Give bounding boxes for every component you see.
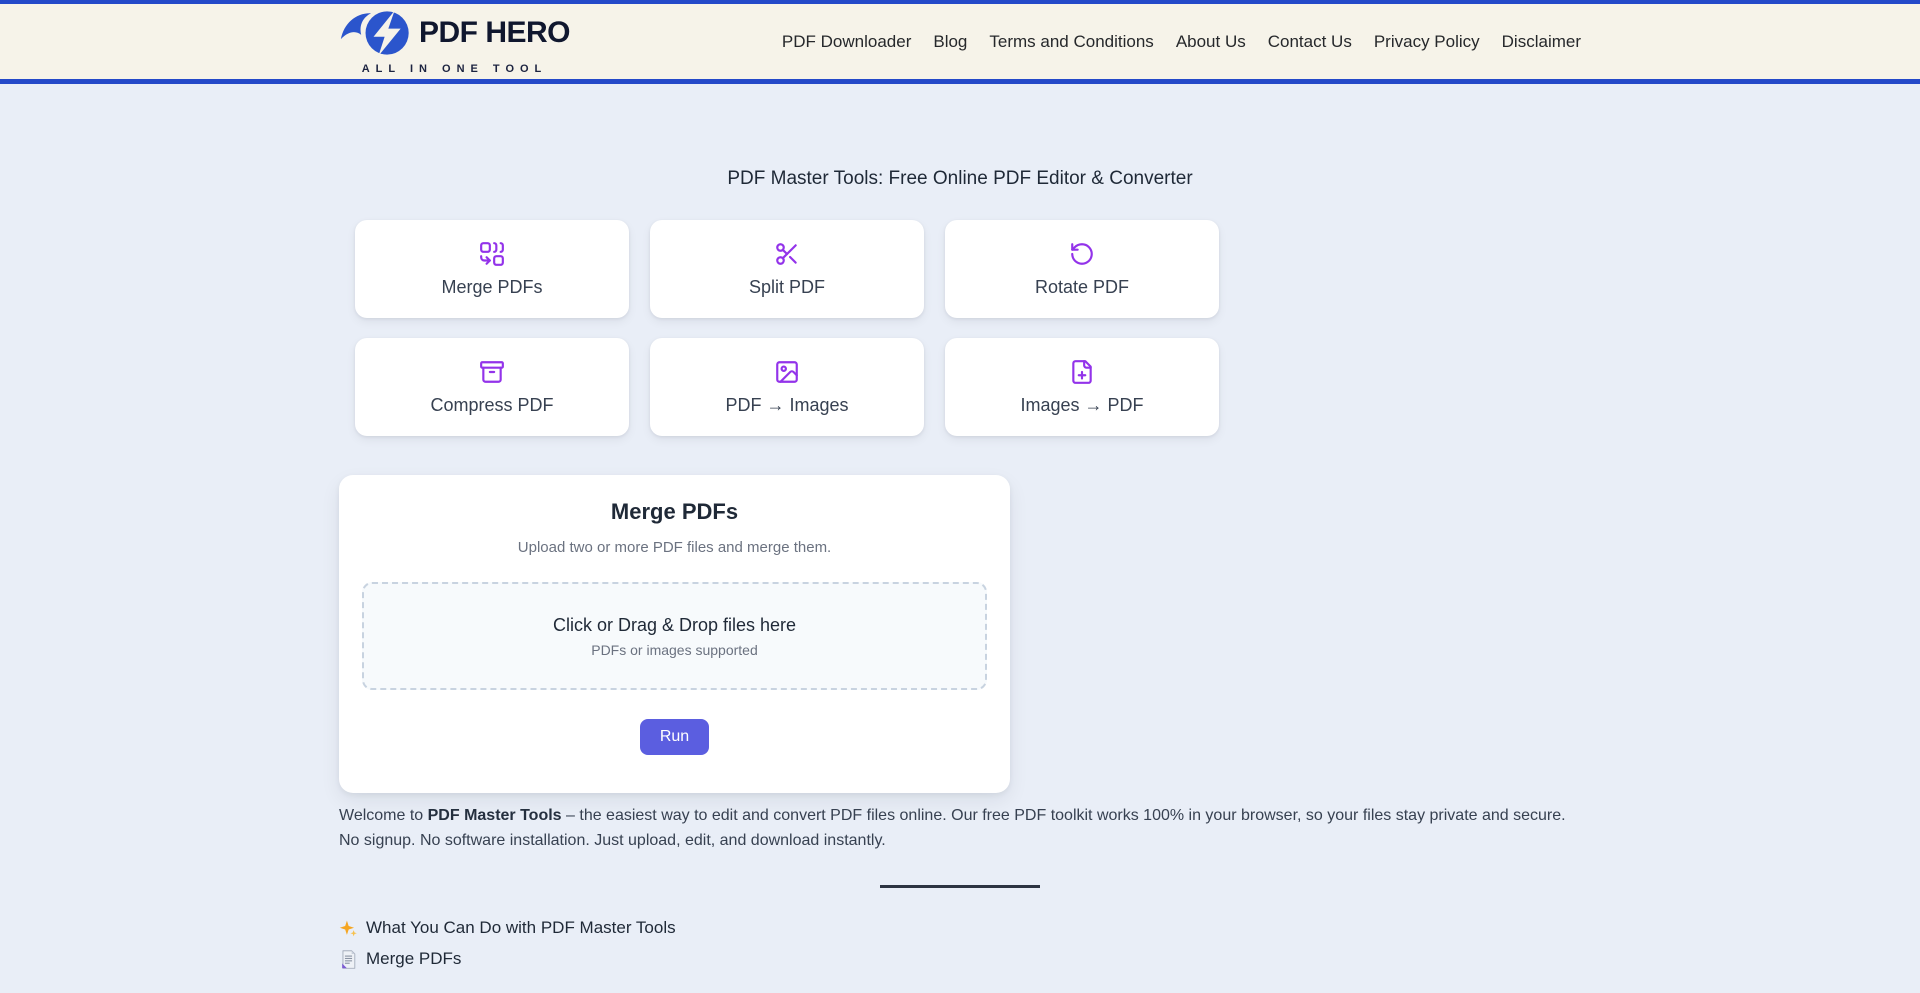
merge-pdfs-panel: Merge PDFs Upload two or more PDF files … xyxy=(339,475,1010,793)
combine-icon xyxy=(479,241,505,267)
file-dropzone[interactable]: Click or Drag & Drop files here PDFs or … xyxy=(362,582,987,690)
tools-grid: Merge PDFs Split PDF Rotate PDF xyxy=(355,220,1219,436)
nav-item-contact[interactable]: Contact Us xyxy=(1268,32,1352,52)
scissors-icon xyxy=(774,241,800,267)
site-header: PDF HERO ALL IN ONE TOOL PDF Downloader … xyxy=(0,4,1920,84)
brand-tagline: ALL IN ONE TOOL xyxy=(339,63,570,75)
main-content: PDF Master Tools: Free Online PDF Editor… xyxy=(339,168,1581,969)
rotate-ccw-icon xyxy=(1069,241,1095,267)
feature-item-label: Merge PDFs xyxy=(366,949,461,969)
dropzone-label: Click or Drag & Drop files here xyxy=(553,615,796,636)
tool-card-compress-pdf[interactable]: Compress PDF xyxy=(355,338,629,436)
tool-card-label: Rotate PDF xyxy=(1035,277,1129,298)
tool-card-merge-pdfs[interactable]: Merge PDFs xyxy=(355,220,629,318)
nav-item-pdf-downloader[interactable]: PDF Downloader xyxy=(782,32,911,52)
tool-card-label: Merge PDFs xyxy=(441,277,542,298)
tool-card-label: Compress PDF xyxy=(430,395,553,416)
main-nav: PDF Downloader Blog Terms and Conditions… xyxy=(782,32,1581,52)
panel-title: Merge PDFs xyxy=(339,499,1010,525)
brand-logo[interactable]: PDF HERO ALL IN ONE TOOL xyxy=(339,8,570,75)
tool-card-pdf-to-images[interactable]: PDF → Images xyxy=(650,338,924,436)
welcome-highlight: PDF Master Tools xyxy=(428,807,562,824)
brand-name: PDF HERO xyxy=(419,18,570,48)
tool-card-rotate-pdf[interactable]: Rotate PDF xyxy=(945,220,1219,318)
document-icon xyxy=(339,950,358,969)
image-icon xyxy=(774,359,800,385)
tool-card-label: Images → PDF xyxy=(1020,395,1143,416)
lightning-bolt-wing-logo-icon xyxy=(339,8,413,58)
page-title: PDF Master Tools: Free Online PDF Editor… xyxy=(339,168,1581,190)
dropzone-hint: PDFs or images supported xyxy=(591,642,758,658)
features-heading-line: What You Can Do with PDF Master Tools xyxy=(339,918,1581,938)
nav-item-privacy[interactable]: Privacy Policy xyxy=(1374,32,1480,52)
section-divider xyxy=(880,885,1040,888)
features-heading: What You Can Do with PDF Master Tools xyxy=(366,918,676,938)
run-button[interactable]: Run xyxy=(640,719,709,755)
file-plus-icon xyxy=(1069,359,1095,385)
tool-card-label: PDF → Images xyxy=(725,395,848,416)
tool-card-label: Split PDF xyxy=(749,277,825,298)
sparkles-icon xyxy=(339,919,358,938)
nav-item-disclaimer[interactable]: Disclaimer xyxy=(1502,32,1581,52)
panel-subtitle: Upload two or more PDF files and merge t… xyxy=(339,539,1010,556)
welcome-prefix: Welcome to xyxy=(339,807,428,824)
features-section: What You Can Do with PDF Master Tools Me… xyxy=(339,918,1581,969)
welcome-paragraph: Welcome to PDF Master Tools – the easies… xyxy=(339,803,1581,853)
nav-item-about[interactable]: About Us xyxy=(1176,32,1246,52)
feature-item-merge-pdfs: Merge PDFs xyxy=(339,949,1581,969)
archive-icon xyxy=(479,359,505,385)
nav-item-terms[interactable]: Terms and Conditions xyxy=(989,32,1153,52)
tool-card-split-pdf[interactable]: Split PDF xyxy=(650,220,924,318)
nav-item-blog[interactable]: Blog xyxy=(933,32,967,52)
tool-card-images-to-pdf[interactable]: Images → PDF xyxy=(945,338,1219,436)
